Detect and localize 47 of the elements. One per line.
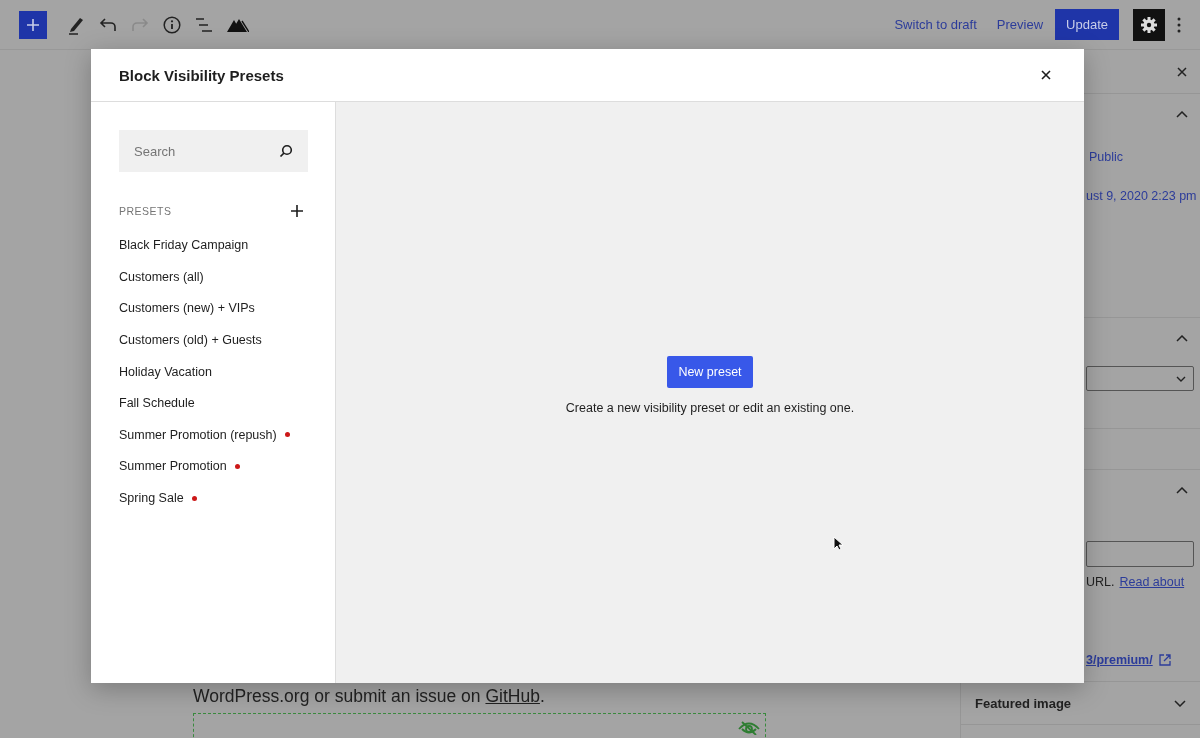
close-icon[interactable] <box>1177 66 1187 77</box>
settings-button[interactable] <box>1133 8 1165 41</box>
modal-title: Block Visibility Presets <box>119 66 284 84</box>
new-preset-button[interactable]: New preset <box>667 356 753 388</box>
url-input-field[interactable] <box>1086 541 1194 567</box>
publish-date-link[interactable]: ust 9, 2020 2:23 pm <box>1086 189 1197 203</box>
visibility-link[interactable]: Public <box>1089 150 1124 164</box>
info-icon[interactable] <box>163 15 181 34</box>
paragraph-text: WordPress.org or submit an issue on GitHub. <box>193 686 546 707</box>
preset-item[interactable]: Holiday Vacation <box>119 364 212 379</box>
update-button[interactable]: Update <box>1055 9 1119 40</box>
preset-item[interactable]: Summer Promotion (repush) <box>119 427 277 442</box>
preset-item[interactable]: Summer Promotion <box>119 459 227 474</box>
close-icon[interactable] <box>1041 70 1051 80</box>
preset-item[interactable]: Customers (new) + VIPs <box>119 301 255 316</box>
chevron-up-icon[interactable] <box>1176 487 1188 494</box>
section-label: PRESETS <box>119 205 172 217</box>
select-field[interactable] <box>1086 366 1194 391</box>
chevron-down-icon <box>1176 375 1186 382</box>
external-link-icon[interactable] <box>1158 654 1171 666</box>
mouse-cursor-icon <box>833 536 843 551</box>
undo-icon[interactable] <box>99 17 117 32</box>
more-options-icon[interactable] <box>1177 16 1181 33</box>
permalink-url-link[interactable]: 3/premium/ <box>1086 653 1153 667</box>
permalink-note: URL. <box>1086 575 1115 589</box>
search-icon <box>279 144 293 158</box>
mountains-icon[interactable] <box>227 17 249 32</box>
read-about-link[interactable]: Read about <box>1119 575 1185 589</box>
empty-state-hint: Create a new visibility preset or edit an existing one. <box>565 401 855 415</box>
preset-item[interactable]: Spring Sale <box>119 491 184 506</box>
preset-item[interactable]: Customers (old) + Guests <box>119 333 262 348</box>
preset-item[interactable]: Fall Schedule <box>119 396 195 411</box>
chevron-up-icon[interactable] <box>1176 335 1188 342</box>
toolbar-link-button[interactable]: Preview <box>986 11 1054 38</box>
list-view-icon[interactable] <box>195 16 213 33</box>
chevron-up-icon[interactable] <box>1176 111 1188 118</box>
gear-icon <box>1140 15 1158 34</box>
chevron-down-icon[interactable] <box>1174 699 1186 707</box>
toolbar-link-button[interactable]: Switch to draft <box>884 11 987 38</box>
featured-image-header[interactable]: Featured image <box>975 695 1072 711</box>
add-block-button[interactable] <box>19 10 47 39</box>
eye-slash-icon <box>738 721 760 735</box>
search-field[interactable]: Search <box>119 130 308 172</box>
add-icon[interactable] <box>291 205 303 217</box>
preset-item[interactable]: Black Friday Campaign <box>119 238 249 253</box>
preset-item[interactable]: Customers (all) <box>119 269 204 284</box>
plus-icon <box>26 17 40 32</box>
